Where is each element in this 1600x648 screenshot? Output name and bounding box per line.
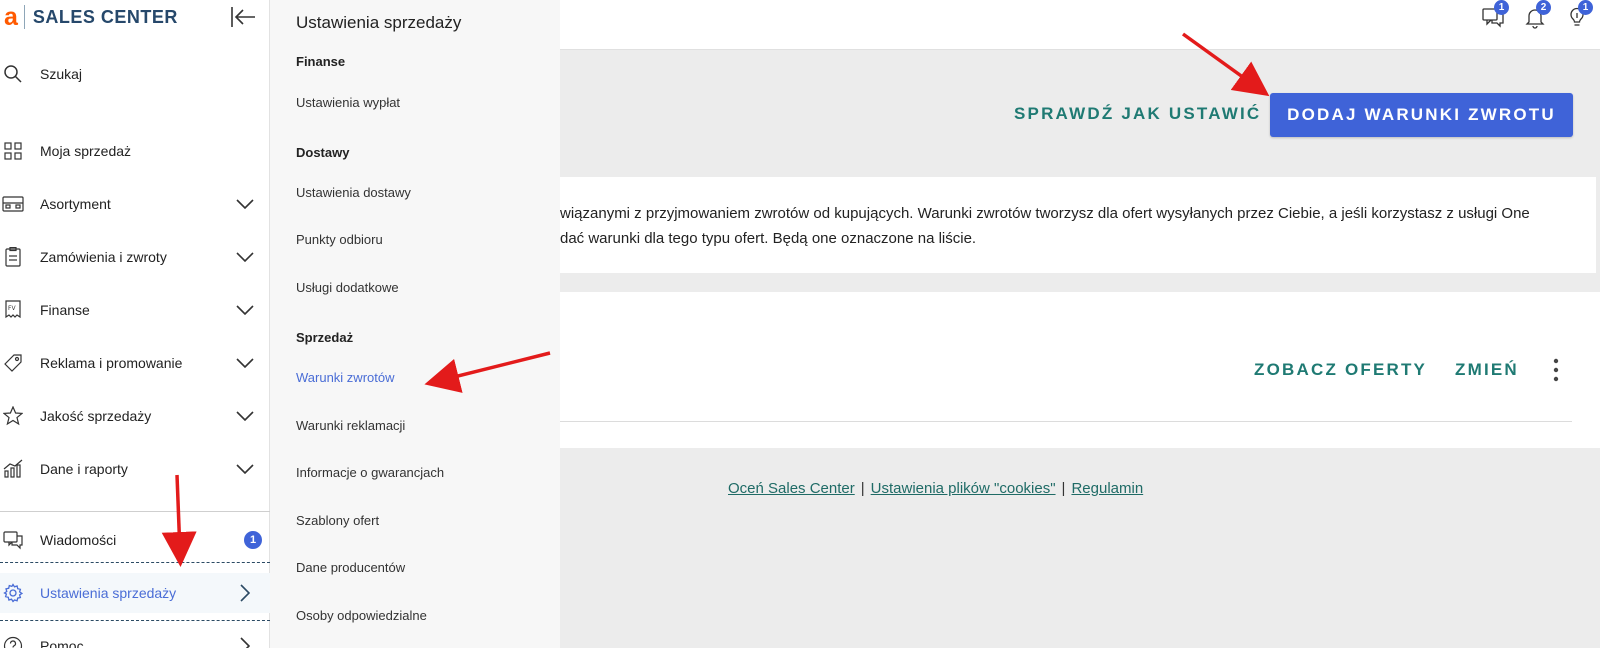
sidebar-item-ustawienia-sprzedazy[interactable]: Ustawienia sprzedaży	[0, 573, 270, 613]
sidebar-item-label: Reklama i promowanie	[40, 355, 183, 371]
sidebar-item-label: Ustawienia sprzedaży	[40, 585, 177, 601]
flyout-title: Ustawienia sprzedaży	[296, 13, 462, 32]
settings-flyout-menu: Ustawienia sprzedaży Finanse Ustawienia …	[270, 0, 560, 648]
finance-icon: FV	[2, 299, 24, 321]
return-conditions-list	[560, 292, 1600, 448]
gear-icon	[2, 582, 24, 604]
brand-name: SALES CENTER	[32, 6, 178, 27]
sidebar-item-asortyment[interactable]: Asortyment	[0, 184, 270, 224]
change-link[interactable]: ZMIEŃ	[1455, 360, 1519, 380]
sidebar-item-pomoc[interactable]: Pomoc	[0, 626, 270, 648]
sidebar-item-label: Dane i raporty	[40, 461, 128, 477]
list-row-divider	[560, 421, 1572, 422]
star-icon	[2, 405, 24, 427]
check-how-to-set-link[interactable]: SPRAWDŹ JAK USTAWIĆ	[1014, 104, 1261, 124]
sidebar-divider	[0, 511, 270, 512]
sidebar-item-label: Moja sprzedaż	[40, 143, 132, 159]
header-notifications-button[interactable]: 2	[1522, 0, 1551, 30]
sidebar: a SALES CENTER Szukaj Moja sprzedaż Asor…	[0, 0, 270, 648]
chevron-down-icon	[234, 352, 256, 374]
tag-icon	[2, 352, 24, 374]
sidebar-item-jakosc[interactable]: Jakość sprzedaży	[0, 396, 270, 436]
flyout-link-szablony-ofert[interactable]: Szablony ofert	[296, 513, 379, 528]
kebab-menu-icon	[1553, 358, 1559, 382]
sidebar-item-label: Zamówienia i zwroty	[40, 249, 167, 265]
brand-logo-letter: a	[4, 2, 18, 31]
chevron-down-icon	[234, 246, 256, 268]
sidebar-item-label: Pomoc	[40, 638, 84, 648]
info-text-line-2: dać warunki dla tego typu ofert. Będą on…	[560, 230, 977, 247]
top-header: 1 2 1	[560, 0, 1600, 50]
sidebar-item-zamowienia[interactable]: Zamówienia i zwroty	[0, 237, 270, 277]
flyout-link-ustawienia-wyplat[interactable]: Ustawienia wypłat	[296, 95, 400, 110]
flyout-section-finanse: Finanse	[296, 54, 346, 69]
flyout-link-warunki-zwrotow[interactable]: Warunki zwrotów	[296, 370, 394, 385]
chevron-right-icon	[234, 635, 256, 648]
sidebar-item-label: Finanse	[40, 302, 90, 318]
sidebar-search-label: Szukaj	[40, 66, 83, 82]
collapse-left-icon	[231, 7, 255, 27]
flyout-section-sprzedaz: Sprzedaż	[296, 330, 354, 345]
flyout-link-warunki-reklamacji[interactable]: Warunki reklamacji	[296, 418, 405, 433]
sidebar-item-label: Jakość sprzedaży	[40, 408, 152, 424]
sidebar-item-wiadomosci[interactable]: Wiadomości 1	[0, 520, 270, 560]
flyout-link-ustawienia-dostawy[interactable]: Ustawienia dostawy	[296, 185, 411, 200]
brand-logo[interactable]: a SALES CENTER	[4, 4, 178, 30]
sidebar-item-label: Wiadomości	[40, 532, 117, 548]
sidebar-search[interactable]: Szukaj	[0, 54, 270, 94]
help-icon	[2, 635, 24, 648]
tips-badge: 1	[1578, 0, 1593, 15]
collapse-sidebar-button[interactable]	[228, 2, 258, 32]
flyout-section-dostawy: Dostawy	[296, 145, 350, 160]
search-icon	[2, 63, 24, 85]
terms-link[interactable]: Regulamin	[1071, 480, 1143, 497]
messages-count-badge: 1	[244, 531, 262, 549]
footer-links: Oceń Sales Center | Ustawienia plików "coo…	[728, 480, 1143, 497]
svg-text:FV: FV	[8, 305, 16, 312]
cookie-settings-link[interactable]: Ustawienia plików "cookies"	[871, 480, 1056, 497]
flyout-link-dane-producentow[interactable]: Dane producentów	[296, 560, 405, 575]
sidebar-item-moja-sprzedaz[interactable]: Moja sprzedaż	[0, 131, 270, 171]
chevron-down-icon	[234, 458, 256, 480]
flyout-link-uslugi-dodatkowe[interactable]: Usługi dodatkowe	[296, 280, 399, 295]
footer-separator: |	[1061, 480, 1066, 497]
sidebar-item-reklama[interactable]: Reklama i promowanie	[0, 343, 270, 383]
inventory-icon	[2, 193, 24, 215]
flyout-link-informacje-o-gwarancjach[interactable]: Informacje o gwarancjach	[296, 465, 444, 480]
info-text-line-1: wiązanymi z przyjmowaniem zwrotów od kup…	[560, 205, 1530, 222]
messages-badge: 1	[1494, 0, 1509, 15]
header-tips-button[interactable]: 1	[1564, 0, 1593, 30]
active-item-bottom-border	[0, 620, 270, 621]
add-return-conditions-button[interactable]: DODAJ WARUNKI ZWROTU	[1270, 93, 1573, 137]
footer-separator: |	[860, 480, 865, 497]
chevron-down-icon	[234, 193, 256, 215]
notifications-badge: 2	[1536, 0, 1551, 15]
info-card: wiązanymi z przyjmowaniem zwrotów od kup…	[560, 177, 1596, 273]
header-messages-button[interactable]: 1	[1480, 0, 1509, 30]
orders-icon	[2, 246, 24, 268]
rate-sales-center-link[interactable]: Oceń Sales Center	[728, 480, 855, 497]
chevron-down-icon	[234, 299, 256, 321]
brand-separator	[23, 5, 25, 29]
sidebar-item-finanse[interactable]: FV Finanse	[0, 290, 270, 330]
grid-icon	[2, 140, 24, 162]
sidebar-item-label: Asortyment	[40, 196, 111, 212]
chevron-right-icon	[234, 582, 256, 604]
active-item-top-border	[0, 562, 270, 563]
see-offers-link[interactable]: ZOBACZ OFERTY	[1254, 360, 1427, 380]
chart-icon	[2, 458, 24, 480]
more-options-button[interactable]	[1544, 356, 1568, 384]
flyout-link-punkty-odbioru[interactable]: Punkty odbioru	[296, 232, 383, 247]
messages-icon	[2, 529, 24, 551]
flyout-link-osoby-odpowiedzialne[interactable]: Osoby odpowiedzialne	[296, 608, 427, 623]
chevron-down-icon	[234, 405, 256, 427]
sidebar-item-dane[interactable]: Dane i raporty	[0, 449, 270, 489]
